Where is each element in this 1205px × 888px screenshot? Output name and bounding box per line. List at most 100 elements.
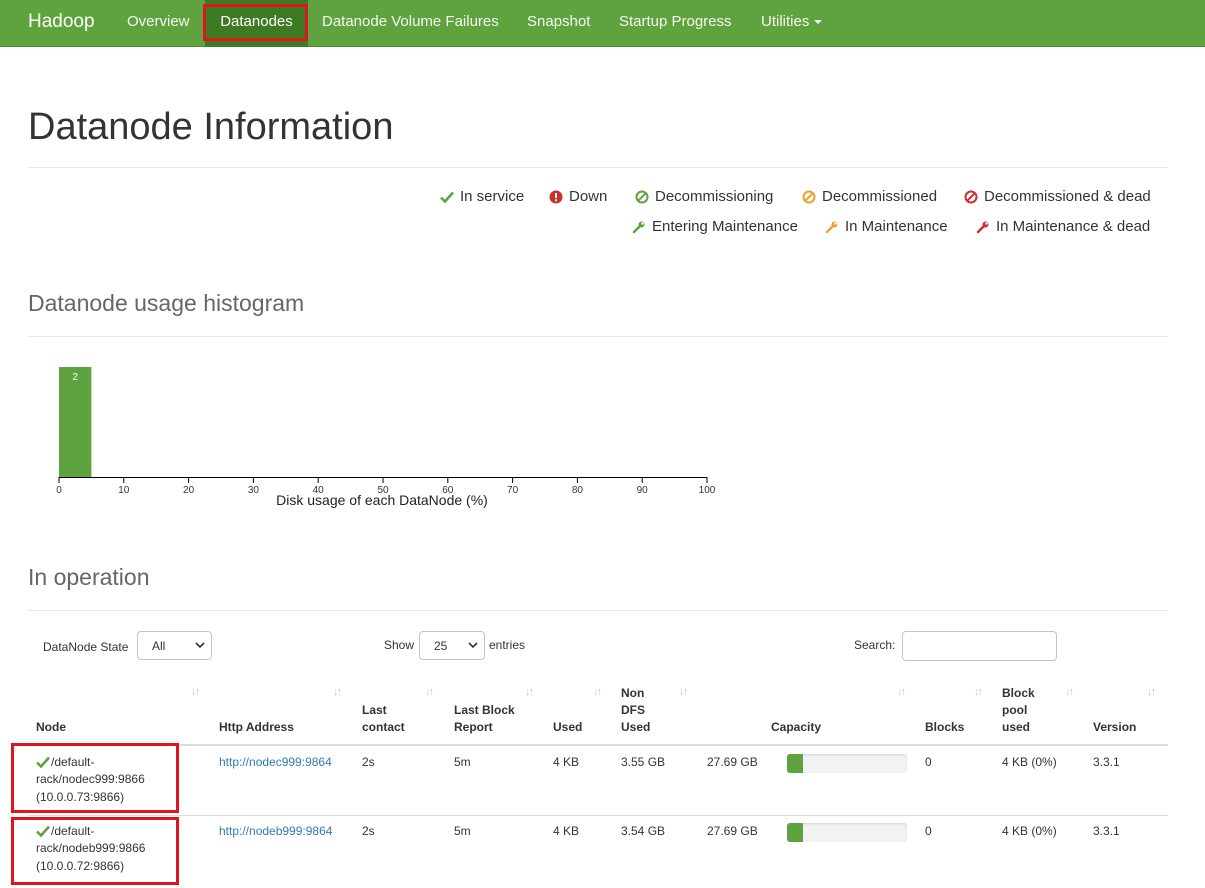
x-tick-label: 20 (183, 485, 195, 496)
legend-label: In Maintenance (845, 218, 948, 235)
capacity-progress-bar (787, 823, 907, 842)
x-tick-label: 30 (248, 485, 260, 496)
chevron-down-icon (468, 642, 478, 649)
col-header-http-address[interactable]: Http Address (219, 719, 294, 736)
col-header-version[interactable]: Version (1093, 719, 1136, 736)
check-icon (36, 825, 50, 837)
nav-datanodes[interactable]: Datanodes (205, 0, 308, 47)
ban-circle-icon-green (635, 190, 649, 203)
operation-divider (28, 610, 1168, 611)
legend-decommissioned: Decommissioned (802, 188, 937, 205)
legend-decommissioned-dead: Decommissioned & dead (964, 188, 1151, 205)
x-tick-label: 10 (118, 485, 130, 496)
node-name-line: rack/nodeb999:9866 (36, 841, 146, 855)
sort-icon[interactable]: ↓↑ (1147, 686, 1156, 698)
check-icon (440, 191, 454, 203)
entries-per-page-select[interactable]: 25 (419, 631, 485, 660)
sort-icon[interactable]: ↓↑ (525, 686, 534, 698)
col-header-non-dfs-used[interactable]: Non DFS Used (621, 685, 650, 736)
datanode-state-value: All (152, 639, 166, 653)
used-cell: 4 KB (553, 824, 580, 838)
nav-overview[interactable]: Overview (127, 0, 190, 47)
caret-down-icon (814, 20, 823, 25)
legend-label: Decommissioned & dead (984, 188, 1151, 205)
header-line: Last (362, 703, 387, 717)
col-header-blocks[interactable]: Blocks (925, 719, 964, 736)
usage-histogram-chart: 20 10 20 30 40 50 60 70 80 90 100Disk usage of eac… (56, 367, 716, 508)
x-axis-title: Disk usage of each DataNode (%) (276, 492, 488, 508)
ban-circle-icon-orange (802, 190, 816, 203)
x-tick-label: 100 (699, 485, 716, 496)
node-name-line: rack/nodec999:9866 (36, 772, 145, 786)
blocks-cell: 0 (925, 824, 932, 838)
col-header-node[interactable]: Node (36, 719, 66, 736)
wrench-icon-green (632, 221, 645, 233)
last-block-report-cell: 5m (454, 755, 471, 769)
entries-per-page-value: 25 (434, 639, 448, 653)
last-block-report-cell: 5m (454, 824, 471, 838)
wrench-icon-red (976, 221, 989, 233)
sort-icon[interactable]: ↓↑ (679, 686, 688, 698)
node-ip-line: (10.0.0.73:9866) (36, 790, 125, 804)
legend-label: In service (460, 188, 525, 205)
entries-label: entries (489, 638, 526, 652)
header-line: pool (1002, 703, 1028, 717)
col-header-last-contact[interactable]: Last contact (362, 702, 405, 736)
legend-label: Down (569, 188, 608, 205)
wrench-icon-orange (825, 221, 838, 233)
search-label: Search: (854, 638, 896, 652)
col-header-capacity[interactable]: Capacity (771, 719, 821, 736)
last-contact-cell: 2s (362, 755, 375, 769)
http-address-link[interactable]: http://nodec999:9864 (219, 754, 332, 771)
nav-utilities-dropdown[interactable]: Utilities (761, 0, 823, 47)
datanode-state-select[interactable]: All (137, 631, 212, 660)
legend-down: Down (549, 188, 607, 205)
block-pool-used-cell: 4 KB (0%) (1002, 755, 1057, 769)
capacity-cell: 27.69 GB (707, 755, 758, 769)
header-line: DFS (621, 703, 645, 717)
capacity-cell: 27.69 GB (707, 824, 758, 838)
col-header-last-block-report[interactable]: Last Block Report (454, 702, 515, 736)
legend-entering-maintenance: Entering Maintenance (632, 218, 798, 235)
capacity-progress-fill (787, 754, 803, 773)
x-tick-label: 80 (572, 485, 584, 496)
header-line: used (1002, 720, 1031, 734)
nav-startup-progress[interactable]: Startup Progress (619, 0, 732, 47)
http-address-link[interactable]: http://nodeb999:9864 (219, 823, 332, 840)
non-dfs-used-cell: 3.54 GB (621, 824, 666, 838)
node-name-line: /default- (51, 755, 95, 769)
header-line: Last Block (454, 703, 515, 717)
sort-icon[interactable]: ↓↑ (333, 686, 342, 698)
sort-icon[interactable]: ↓↑ (425, 686, 434, 698)
sort-icon[interactable]: ↓↑ (897, 686, 906, 698)
x-tick-label: 70 (507, 485, 519, 496)
legend-in-maintenance-dead: In Maintenance & dead (976, 218, 1150, 235)
header-line: Block (1002, 686, 1035, 700)
sort-icon[interactable]: ↓↑ (974, 686, 983, 698)
legend-label: Entering Maintenance (652, 218, 798, 235)
sort-icon[interactable]: ↓↑ (1065, 686, 1074, 698)
col-header-used[interactable]: Used (553, 719, 582, 736)
used-cell: 4 KB (553, 755, 580, 769)
legend-in-service: In service (440, 188, 524, 205)
legend-in-maintenance: In Maintenance (825, 218, 948, 235)
capacity-progress-bar (787, 754, 907, 773)
last-contact-cell: 2s (362, 824, 375, 838)
row-divider (28, 815, 1168, 816)
header-line: contact (362, 720, 405, 734)
histogram-title: Datanode usage histogram (28, 290, 305, 316)
block-pool-used-cell: 4 KB (0%) (1002, 824, 1057, 838)
header-line: Report (454, 720, 493, 734)
search-input[interactable] (902, 631, 1057, 661)
x-tick-label: 90 (637, 485, 649, 496)
nav-snapshot[interactable]: Snapshot (527, 0, 590, 47)
blocks-cell: 0 (925, 755, 932, 769)
sort-icon[interactable]: ↓↑ (593, 686, 602, 698)
table-header-divider (28, 744, 1168, 746)
nav-datanode-volume-failures[interactable]: Datanode Volume Failures (322, 0, 499, 47)
brand-logo[interactable]: Hadoop (28, 11, 95, 33)
non-dfs-used-cell: 3.55 GB (621, 755, 666, 769)
sort-icon[interactable]: ↓↑ (191, 686, 200, 698)
col-header-block-pool-used[interactable]: Block pool used (1002, 685, 1035, 736)
check-icon (36, 756, 50, 768)
